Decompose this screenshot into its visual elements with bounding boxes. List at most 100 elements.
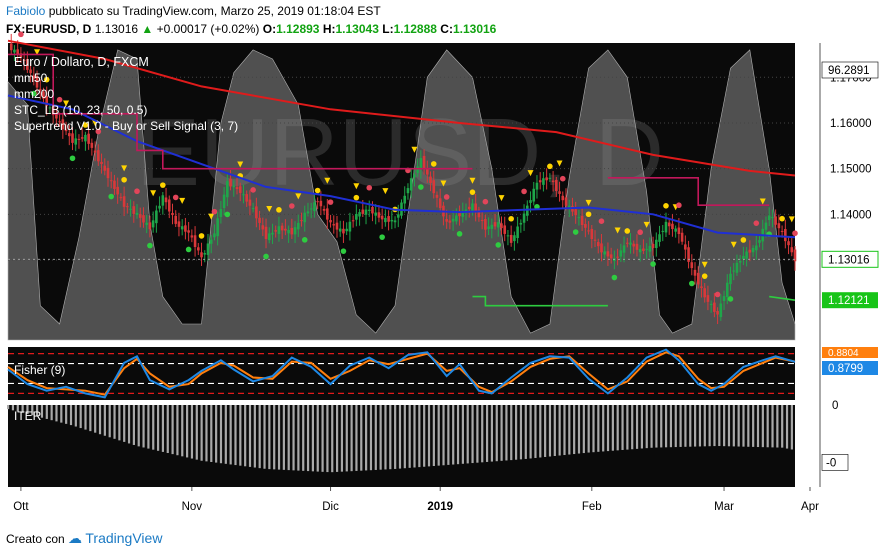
candle-body (580, 215, 584, 226)
iter-zero-label: 0 (832, 400, 838, 412)
iter-bar (563, 405, 566, 456)
iter-bar (89, 405, 92, 432)
candle-body (287, 229, 290, 234)
candle-body (290, 227, 294, 235)
candle-body (138, 214, 142, 218)
candle-body (358, 212, 361, 217)
signal-dot (650, 261, 656, 267)
signal-dot (792, 230, 798, 237)
candle-body (674, 228, 677, 232)
candle-body (432, 180, 436, 194)
candle-body (80, 137, 84, 139)
iter-bar (621, 405, 624, 450)
candle-body (116, 186, 119, 195)
candle-body (203, 253, 207, 255)
candle-body (777, 223, 781, 229)
signal-dot (482, 198, 489, 205)
signal-dot (185, 246, 192, 253)
iter-bar (519, 405, 523, 460)
iter-bar (679, 405, 682, 447)
signal-dot (585, 211, 592, 218)
candle-body (184, 225, 187, 232)
iter-bar (244, 405, 247, 467)
candle-body (242, 194, 245, 196)
iter-bar (568, 405, 571, 455)
tradingview-brand[interactable]: TradingView (85, 530, 162, 546)
iter-bar (326, 405, 329, 473)
iter-bar (737, 405, 740, 447)
candle-body (542, 178, 545, 185)
candle-body (396, 214, 400, 218)
iter-bar (534, 405, 537, 458)
candle-body (419, 158, 423, 170)
iter-bar (747, 405, 750, 447)
candle-body (129, 208, 132, 210)
chart-canvas[interactable]: EURUSD, DEuro / Dollaro, D, FXCMmm50mm20… (0, 0, 885, 555)
candle-body (135, 212, 139, 215)
candle-body (558, 191, 561, 194)
signal-dot (624, 228, 631, 234)
iter-bar (437, 405, 440, 466)
iter-bar (698, 405, 702, 447)
candle-body (113, 180, 116, 189)
iter-bar (374, 405, 377, 470)
iter-bar (447, 405, 450, 465)
iter-bar (195, 405, 198, 460)
candle-body (648, 245, 652, 252)
iter-bar (703, 405, 706, 447)
candle-body (190, 235, 194, 238)
signal-dot (340, 248, 347, 254)
signal-dot (559, 175, 566, 182)
iter-bar (239, 405, 242, 466)
candle-body (109, 180, 113, 182)
iter-bar (127, 405, 131, 444)
iter-bar (166, 405, 169, 454)
candle-body (532, 188, 536, 202)
iter-bar (490, 405, 494, 462)
candle-body (261, 225, 265, 230)
candle-body (593, 239, 597, 241)
candle-body (438, 198, 442, 209)
iter-bar (103, 405, 106, 436)
iter-bar (306, 405, 310, 472)
x-tick-label: Dic (322, 501, 339, 513)
signal-dot (637, 229, 643, 236)
signal-dot (211, 208, 218, 215)
signal-dot (521, 188, 527, 195)
price-tick: 1.14000 (830, 209, 872, 221)
candle-body (161, 195, 165, 206)
iter-bar (544, 405, 547, 457)
signal-dot (301, 237, 308, 243)
footer: Creato con ☁ TradingView (6, 530, 162, 547)
footer-prefix: Creato con (6, 532, 65, 546)
iter-bar (742, 405, 745, 447)
supertrend-label: 1.12121 (828, 295, 870, 307)
candle-body (100, 161, 103, 165)
candle-body (716, 311, 719, 315)
x-tick-label: Mar (714, 501, 734, 513)
candle-body (780, 230, 784, 232)
iter-bar (316, 405, 319, 472)
candle-body (351, 220, 355, 222)
iter-bar (210, 405, 213, 462)
signal-dot (366, 184, 373, 191)
signal-dot (314, 187, 321, 194)
iter-bar (171, 405, 174, 455)
price-tick: 1.16000 (830, 118, 872, 130)
signal-dot (469, 189, 476, 195)
candle-body (451, 218, 455, 222)
signal-dot (69, 155, 76, 162)
last-price-label: 1.13016 (828, 254, 870, 266)
iter-bar (84, 405, 87, 430)
iter-bar (708, 405, 711, 447)
candle-body (332, 224, 336, 226)
candle-body (725, 282, 729, 297)
tradingview-logo-icon[interactable]: ☁ (68, 530, 82, 546)
candle-body (206, 243, 210, 255)
candle-body (490, 224, 494, 229)
iter-bar (273, 405, 276, 470)
candle-body (313, 202, 316, 212)
candle-body (625, 242, 629, 244)
signal-dot (714, 291, 721, 298)
iter-bar (616, 405, 619, 451)
